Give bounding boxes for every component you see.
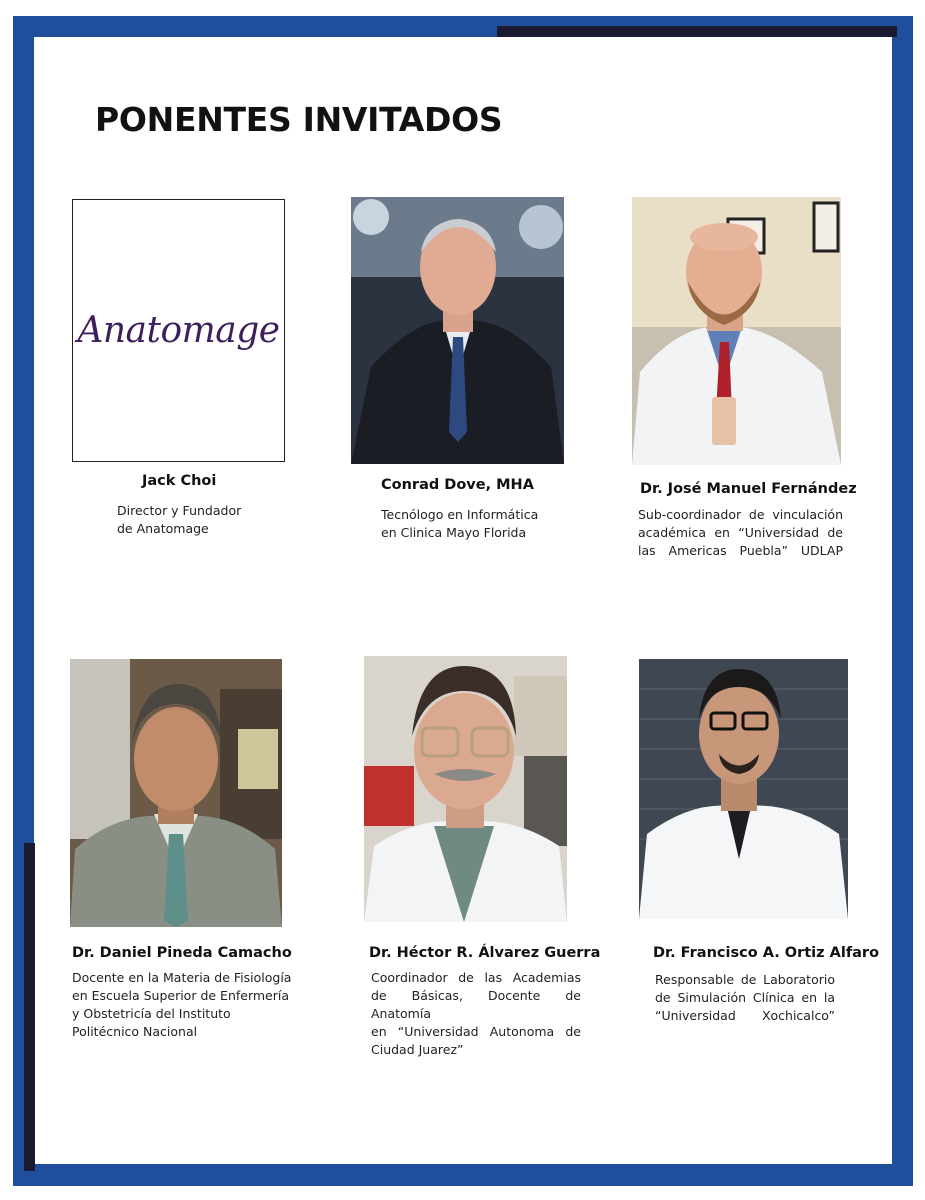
left-accent-bar [24, 843, 35, 1171]
speaker-name-jose-manuel-fernandez: Dr. José Manuel Fernández [640, 481, 857, 497]
photo-conrad-dove [351, 197, 564, 464]
speaker-role-jose-manuel-fernandez: Sub-coordinador de vinculación académica… [638, 506, 843, 560]
role-line: Docente en la Materia de Fisiología [72, 970, 292, 985]
page-title: PONENTES INVITADOS [95, 100, 503, 139]
role-line: Director y Fundador [117, 503, 242, 518]
speaker-role-hector-alvarez-guerra: Coordinador de las Academias de Básicas,… [371, 969, 581, 1059]
role-line: las Americas Puebla” UDLAP [638, 543, 843, 558]
speaker-name-hector-alvarez-guerra: Dr. Héctor R. Álvarez Guerra [369, 945, 601, 961]
speaker-role-francisco-ortiz-alfaro: Responsable de Laboratorio de Simulación… [655, 971, 835, 1025]
speaker-role-conrad-dove: Tecnólogo en Informática en Clinica Mayo… [381, 506, 538, 542]
role-line: en “Universidad Autonoma de [371, 1024, 581, 1039]
role-line: Tecnólogo en Informática [381, 507, 539, 522]
top-accent-bar [497, 26, 897, 37]
speaker-role-daniel-pineda-camacho: Docente en la Materia de Fisiología en E… [72, 969, 291, 1041]
role-line: en Clinica Mayo Florida [381, 525, 527, 540]
speaker-name-francisco-ortiz-alfaro: Dr. Francisco A. Ortiz Alfaro [653, 945, 880, 961]
photo-francisco-ortiz-alfaro [639, 659, 848, 919]
role-line: y Obstetricía del Instituto [72, 1006, 231, 1021]
role-line: de Simulación Clínica en la [655, 990, 835, 1005]
role-line: Politécnico Nacional [72, 1024, 198, 1039]
role-line: en Escuela Superior de Enfermería [72, 988, 290, 1003]
photo-jose-manuel-fernandez [632, 197, 841, 465]
role-line: Ciudad Juarez” [371, 1042, 464, 1057]
role-line: académica en “Universidad de [638, 525, 843, 540]
photo-daniel-pineda-camacho [70, 659, 282, 927]
anatomage-logo: Anatomage [72, 199, 285, 462]
speaker-role-jack-choi: Director y Fundador de Anatomage [117, 502, 241, 538]
role-line: Sub-coordinador de vinculación [638, 507, 843, 522]
role-line: de Anatomage [117, 521, 209, 536]
role-line: Coordinador de las Academias [371, 970, 581, 985]
photo-hector-alvarez-guerra [364, 656, 567, 922]
role-line: Responsable de Laboratorio [655, 972, 835, 987]
speaker-name-daniel-pineda-camacho: Dr. Daniel Pineda Camacho [72, 945, 292, 961]
speaker-name-jack-choi: Jack Choi [142, 473, 217, 489]
role-line: de Básicas, Docente de Anatomía [371, 988, 581, 1021]
speaker-name-conrad-dove: Conrad Dove, MHA [381, 477, 534, 493]
logo-wordmark: Anatomage [77, 310, 280, 351]
role-line: “Universidad Xochicalco” [655, 1008, 835, 1023]
